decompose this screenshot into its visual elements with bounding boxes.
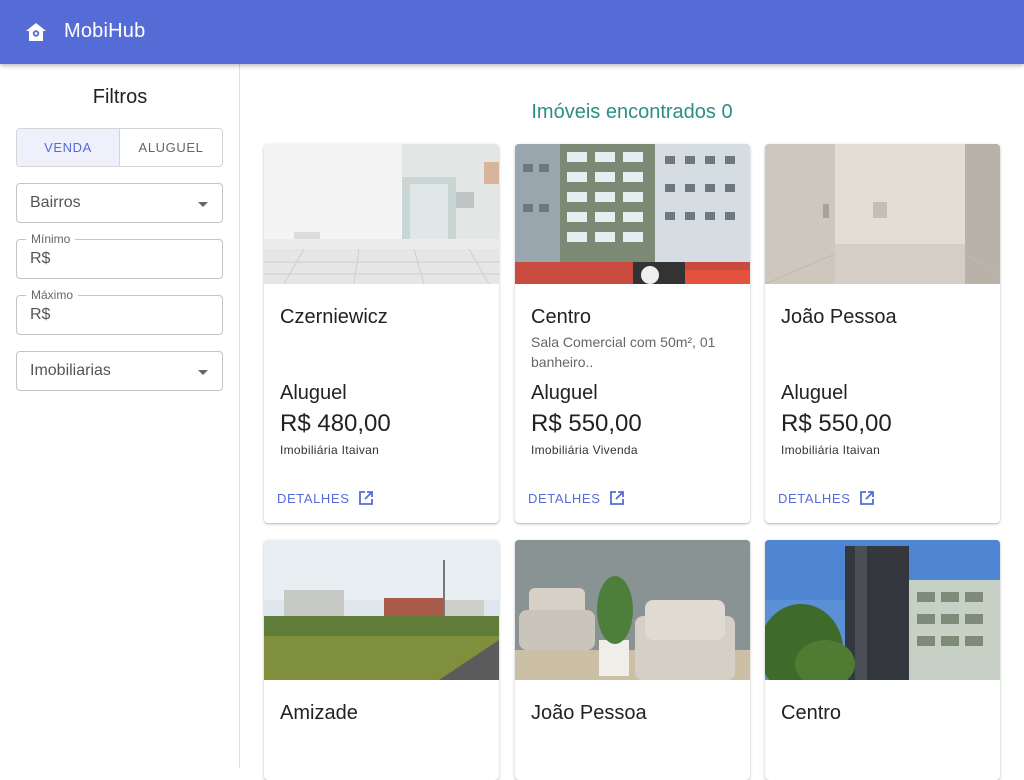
property-neighborhood: Centro <box>531 306 592 328</box>
chevron-down-icon <box>198 370 208 375</box>
min-price-value: R$ <box>30 250 51 267</box>
property-price: R$ 550,00 <box>781 410 892 437</box>
details-button[interactable]: DETALHES <box>528 490 625 506</box>
app-title[interactable]: MobiHub <box>64 20 145 43</box>
property-deal-type: Aluguel <box>531 382 598 404</box>
property-deal-type: Aluguel <box>781 382 848 404</box>
max-price-value: R$ <box>30 306 51 323</box>
open-in-new-icon <box>860 491 875 505</box>
details-button[interactable]: DETALHES <box>277 490 374 506</box>
details-button-label: DETALHES <box>778 490 851 506</box>
property-agency: Imobiliária Vivenda <box>531 443 638 457</box>
property-photo[interactable] <box>264 540 499 680</box>
property-price: R$ 550,00 <box>531 410 642 437</box>
home-icon[interactable] <box>25 22 47 42</box>
property-description: Sala Comercial com 50m², 01 banheiro.. <box>531 334 716 370</box>
min-price-label: Mínimo <box>26 232 76 246</box>
neighborhoods-select[interactable]: Bairros <box>16 183 223 223</box>
property-agency: Imobiliária Itaivan <box>781 443 881 457</box>
results-area: Imóveis encontrados 0 Czerniewicz Alugue… <box>240 64 1024 780</box>
property-neighborhood: Czerniewicz <box>280 306 388 328</box>
details-button-label: DETALHES <box>277 490 350 506</box>
agencies-select-value: Imobiliarias <box>30 362 111 379</box>
property-photo[interactable] <box>264 144 499 284</box>
details-button[interactable]: DETALHES <box>778 490 875 506</box>
property-card[interactable]: Amizade <box>264 540 499 780</box>
details-button-label: DETALHES <box>528 490 601 506</box>
property-photo[interactable] <box>765 144 1000 284</box>
property-photo[interactable] <box>515 540 750 680</box>
chevron-down-icon <box>198 202 208 207</box>
min-price-field[interactable]: Mínimo R$ <box>16 232 223 279</box>
property-photo[interactable] <box>515 144 750 284</box>
property-neighborhood: João Pessoa <box>531 702 647 724</box>
toggle-venda-button[interactable]: VENDA <box>17 129 120 166</box>
max-price-field[interactable]: Máximo R$ <box>16 288 223 335</box>
filters-title: Filtros <box>92 86 148 108</box>
deal-type-toggle: VENDA ALUGUEL <box>16 128 223 167</box>
property-price: R$ 480,00 <box>280 410 391 437</box>
property-agency: Imobiliária Itaivan <box>280 443 380 457</box>
open-in-new-icon <box>359 491 374 505</box>
results-count: Imóveis encontrados 0 <box>531 101 733 123</box>
property-neighborhood: Amizade <box>280 702 358 724</box>
property-card[interactable]: João Pessoa <box>515 540 750 780</box>
agencies-select[interactable]: Imobiliarias <box>16 351 223 391</box>
app-bar: MobiHub <box>0 0 1024 64</box>
filters-sidebar: Filtros VENDA ALUGUEL Bairros Mínimo R$ … <box>0 64 240 768</box>
property-card[interactable]: Centro <box>765 540 1000 780</box>
property-card[interactable]: João Pessoa Aluguel R$ 550,00 Imobiliári… <box>765 144 1000 523</box>
toggle-aluguel-button[interactable]: ALUGUEL <box>120 129 222 166</box>
max-price-label: Máximo <box>26 288 79 302</box>
property-neighborhood: Centro <box>781 702 842 724</box>
property-card[interactable]: Centro Sala Comercial com 50m², 01 banhe… <box>515 144 750 523</box>
open-in-new-icon <box>610 491 625 505</box>
property-deal-type: Aluguel <box>280 382 347 404</box>
property-photo[interactable] <box>765 540 1000 680</box>
neighborhoods-select-value: Bairros <box>30 194 81 211</box>
property-neighborhood: João Pessoa <box>781 306 897 328</box>
property-card[interactable]: Czerniewicz Aluguel R$ 480,00 Imobiliári… <box>264 144 499 523</box>
